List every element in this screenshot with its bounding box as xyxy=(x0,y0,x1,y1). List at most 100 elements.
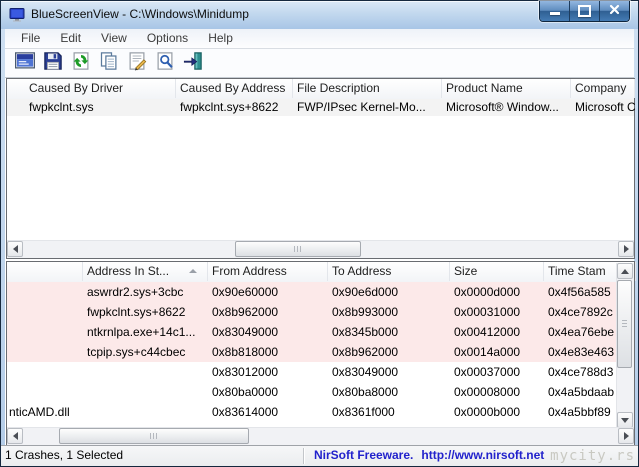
window-title: BlueScreenView - C:\Windows\Minidump xyxy=(31,7,249,21)
column-header-caused-by-address[interactable]: Caused By Address xyxy=(176,79,293,98)
crash-row[interactable]: fwpkclnt.sys fwpkclnt.sys+8622 FWP/IPsec K… xyxy=(7,99,635,116)
table-cell: 0x0014a000 xyxy=(454,345,521,359)
blue-screen-properties-icon xyxy=(15,51,35,76)
refresh-button[interactable] xyxy=(69,51,93,75)
app-icon xyxy=(9,7,25,23)
scroll-up-button[interactable] xyxy=(617,263,633,279)
status-bar: 1 Crashes, 1 Selected NirSoft Freeware. h… xyxy=(1,445,638,466)
copy-button[interactable] xyxy=(97,51,121,75)
driver-row[interactable]: 0x80ba0000 0x80ba8000 0x00008000 0x4a5bdaab xyxy=(7,382,617,402)
menu-options[interactable]: Options xyxy=(137,29,198,48)
menu-bar: File Edit View Options Help xyxy=(5,29,634,49)
table-cell: aswrdr2.sys+3cbc xyxy=(87,285,184,299)
scroll-right-button[interactable] xyxy=(618,428,634,444)
nirsoft-credit: NirSoft Freeware. http://www.nirsoft.net xyxy=(314,446,544,465)
scroll-right-icon xyxy=(623,432,629,440)
save-button[interactable] xyxy=(41,51,65,75)
nirsoft-link[interactable]: http://www.nirsoft.net xyxy=(421,448,544,462)
table-cell: 0x80ba8000 xyxy=(332,385,399,399)
table-cell: Microsoft C xyxy=(575,100,635,114)
driver-row[interactable]: nticAMD.dll 0x83614000 0x8361f000 0x0000b00… xyxy=(7,402,617,422)
table-cell: nticAMD.dll xyxy=(9,405,70,419)
upper-hscroll-thumb[interactable] xyxy=(235,241,361,257)
caption-buttons xyxy=(539,1,630,22)
column-header-from-address[interactable]: From Address xyxy=(208,262,328,281)
refresh-icon xyxy=(71,51,91,76)
table-cell: 0x00008000 xyxy=(454,385,521,399)
table-cell: fwpkclnt.sys+8622 xyxy=(180,100,279,114)
watermark: mycity.rs xyxy=(550,448,635,464)
bluescreenview-window: BlueScreenView - C:\Windows\Minidump Fil… xyxy=(0,0,639,467)
table-cell: 0x8b962000 xyxy=(332,345,399,359)
lower-vertical-scrollbar[interactable] xyxy=(616,263,634,428)
table-cell: FWP/IPsec Kernel-Mo... xyxy=(297,100,426,114)
driver-row[interactable]: aswrdr2.sys+3cbc 0x90e60000 0x90e6d000 0x00… xyxy=(7,282,617,302)
driver-row[interactable]: tcpip.sys+c44cbec 0x8b818000 0x8b962000 0x0… xyxy=(7,342,617,362)
table-cell: 0x0000d000 xyxy=(454,285,521,299)
table-cell: 0x0000b000 xyxy=(454,405,521,419)
close-button[interactable] xyxy=(600,1,629,21)
table-cell: 0x83614000 xyxy=(212,405,279,419)
upper-horizontal-scrollbar[interactable] xyxy=(7,240,634,258)
table-cell: 0x83012000 xyxy=(212,365,279,379)
menu-view[interactable]: View xyxy=(91,29,137,48)
maximize-button[interactable] xyxy=(570,1,600,21)
table-cell: 0x8345b000 xyxy=(332,325,399,339)
column-header-to-address[interactable]: To Address xyxy=(328,262,450,281)
toolbar xyxy=(5,49,634,78)
column-header-size[interactable]: Size xyxy=(450,262,544,281)
scroll-down-button[interactable] xyxy=(617,412,633,428)
menu-edit[interactable]: Edit xyxy=(50,29,91,48)
minimize-button[interactable] xyxy=(540,1,570,21)
copy-icon xyxy=(99,51,119,76)
scroll-right-button[interactable] xyxy=(618,241,634,257)
exit-button[interactable] xyxy=(181,51,205,75)
scroll-left-icon xyxy=(12,432,18,440)
column-header-company[interactable]: Company xyxy=(571,79,635,98)
table-cell: 0x00037000 xyxy=(454,365,521,379)
status-divider xyxy=(303,448,304,464)
properties-button[interactable] xyxy=(125,51,149,75)
table-cell: 0x83049000 xyxy=(212,325,279,339)
sort-ascending-icon xyxy=(189,269,197,273)
driver-row[interactable]: ntkrnlpa.exe+14c1... 0x83049000 0x8345b000… xyxy=(7,322,617,342)
lower-horizontal-scrollbar[interactable] xyxy=(7,427,634,445)
maximize-icon xyxy=(578,5,591,17)
lower-vscroll-thumb[interactable] xyxy=(617,280,632,368)
minimize-icon xyxy=(549,11,560,15)
scroll-up-icon xyxy=(621,268,629,274)
column-header-product-name[interactable]: Product Name xyxy=(442,79,571,98)
column-header-file-description[interactable]: File Description xyxy=(293,79,442,98)
menu-help[interactable]: Help xyxy=(198,29,243,48)
table-cell: 0x8b962000 xyxy=(212,305,279,319)
scroll-down-icon xyxy=(621,417,629,423)
table-cell: fwpkclnt.sys+8622 xyxy=(87,305,186,319)
table-cell: 0x90e6d000 xyxy=(332,285,399,299)
scroll-right-icon xyxy=(623,245,629,253)
table-cell: 0x00412000 xyxy=(454,325,521,339)
close-icon xyxy=(609,2,620,20)
scroll-left-icon xyxy=(12,245,18,253)
titlebar[interactable]: BlueScreenView - C:\Windows\Minidump xyxy=(1,1,638,29)
lower-pane-driver-list: Address In St... From Address To Address Si… xyxy=(6,261,636,446)
find-icon xyxy=(155,51,175,76)
menu-file[interactable]: File xyxy=(11,29,50,48)
crash-count-status: 1 Crashes, 1 Selected xyxy=(5,448,124,462)
exit-icon xyxy=(183,51,203,76)
save-icon xyxy=(43,51,63,76)
table-cell: fwpkclnt.sys xyxy=(29,100,94,114)
column-header-blank[interactable] xyxy=(7,262,83,281)
table-cell: 0x83049000 xyxy=(332,365,399,379)
blue-screen-properties-button[interactable] xyxy=(13,51,37,75)
table-cell: 0x80ba0000 xyxy=(212,385,279,399)
driver-row[interactable]: fwpkclnt.sys+8622 0x8b962000 0x8b993000 0x0… xyxy=(7,302,617,322)
table-cell: 0x8361f000 xyxy=(332,405,395,419)
find-button[interactable] xyxy=(153,51,177,75)
lower-hscroll-thumb[interactable] xyxy=(59,428,249,444)
scroll-left-button[interactable] xyxy=(7,428,23,444)
table-cell: 0x8b818000 xyxy=(212,345,279,359)
driver-row[interactable]: 0x83012000 0x83049000 0x00037000 0x4ce788d3 xyxy=(7,362,617,382)
scroll-left-button[interactable] xyxy=(7,241,23,257)
column-header-caused-by-driver[interactable]: Caused By Driver xyxy=(7,79,176,98)
column-header-address-in-st[interactable]: Address In St... xyxy=(83,262,208,281)
